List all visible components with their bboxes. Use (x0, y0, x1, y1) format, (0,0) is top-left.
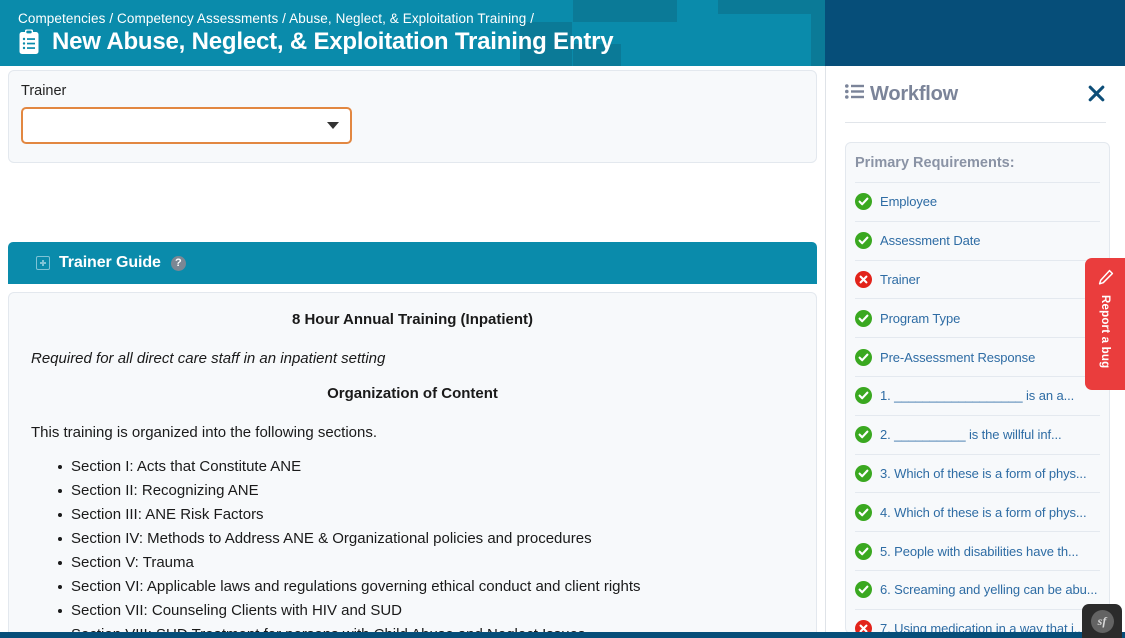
workflow-item[interactable]: Assessment Date (855, 220, 1100, 260)
workflow-item[interactable]: 7. Using medication in a way that i... (855, 608, 1100, 632)
footer-bar (0, 632, 1125, 638)
list-item: Section I: Acts that Constitute ANE (31, 455, 794, 479)
workflow-item-label: Pre-Assessment Response (880, 349, 1036, 365)
status-error-icon (855, 270, 872, 288)
workflow-divider (845, 122, 1106, 123)
workflow-item[interactable]: Employee (855, 182, 1100, 221)
status-complete-icon (855, 348, 872, 366)
report-bug-button[interactable]: Report a bug (1085, 258, 1125, 390)
guide-subtitle: Required for all direct care staff in an… (31, 350, 386, 367)
workflow-items-list: Employee Assessment Date Trainer Program Ty… (846, 182, 1109, 632)
workflow-panel: Workflow Primary Requirements: Employee A… (825, 66, 1125, 632)
close-icon[interactable] (1085, 82, 1107, 104)
workflow-item[interactable]: Program Type (855, 298, 1100, 337)
sf-logo-label: sf (1090, 609, 1114, 633)
guide-heading-organization: Organization of Content (327, 385, 498, 402)
workflow-item-label: 1. __________________ is an a... (880, 388, 1075, 404)
breadcrumb[interactable]: Competencies / Competency Assessments / … (18, 11, 534, 26)
guide-section-list: Section I: Acts that Constitute ANE Sect… (31, 455, 794, 638)
status-complete-icon (855, 232, 872, 250)
workflow-item-label: Assessment Date (880, 233, 981, 249)
status-complete-icon (855, 581, 872, 599)
workflow-item-label: 2. __________ is the willful inf... (880, 427, 1062, 443)
workflow-item-label: 6. Screaming and yelling can be abu... (880, 582, 1098, 598)
list-icon (845, 84, 870, 104)
workflow-item[interactable]: 5. People with disabilities have th... (855, 531, 1100, 570)
status-complete-icon (855, 542, 872, 560)
list-item: Section III: ANE Risk Factors (31, 503, 794, 527)
workflow-item[interactable]: Pre-Assessment Response (855, 337, 1100, 376)
trainer-field-card: Trainer (8, 70, 817, 163)
page-title-row: New Abuse, Neglect, & Exploitation Train… (18, 28, 614, 56)
guide-heading-primary: 8 Hour Annual Training (Inpatient) (291, 311, 534, 328)
list-item: Section IV: Methods to Address ANE & Org… (31, 527, 794, 551)
app-root: Competencies / Competency Assessments / … (0, 0, 1125, 638)
workflow-header: Workflow (826, 66, 1125, 122)
status-complete-icon (855, 387, 872, 405)
workflow-item-label: 4. Which of these is a form of phys... (880, 504, 1087, 520)
workflow-item-label: Employee (880, 194, 938, 210)
trainer-select-wrap (21, 107, 352, 144)
workflow-item[interactable]: 1. __________________ is an a... (855, 375, 1100, 415)
workflow-requirements-card: Primary Requirements: Employee Assessment… (845, 142, 1110, 632)
workflow-item-label: 7. Using medication in a way that i... (880, 621, 1085, 632)
status-complete-icon (855, 503, 872, 521)
page-header: Competencies / Competency Assessments / … (0, 0, 825, 66)
trainer-select[interactable] (21, 107, 352, 144)
workflow-item[interactable]: 4. Which of these is a form of phys... (855, 492, 1100, 531)
status-complete-icon (855, 193, 872, 211)
page-title: New Abuse, Neglect, & Exploitation Train… (52, 28, 614, 55)
clipboard-icon (18, 29, 40, 55)
pencil-icon (1097, 269, 1114, 286)
list-item: Section V: Trauma (31, 551, 794, 575)
status-complete-icon (855, 426, 872, 444)
list-item: Section II: Recognizing ANE (31, 479, 794, 503)
status-error-icon (855, 620, 872, 632)
workflow-item-label: 5. People with disabilities have th... (880, 543, 1079, 559)
status-complete-icon (855, 464, 872, 482)
workflow-item-label: Program Type (880, 310, 961, 326)
workflow-card-title: Primary Requirements: (855, 155, 1015, 171)
trainer-guide-body: 8 Hour Annual Training (Inpatient) Requi… (8, 292, 817, 638)
workflow-item[interactable]: Trainer (855, 259, 1100, 299)
workflow-item[interactable]: 6. Screaming and yelling can be abu... (855, 569, 1100, 609)
workflow-title: Workflow (870, 82, 959, 105)
guide-intro-text: This training is organized into the foll… (31, 424, 378, 441)
workflow-item[interactable]: 3. Which of these is a form of phys... (855, 453, 1100, 493)
trainer-guide-header[interactable]: Trainer Guide ? (8, 242, 817, 284)
list-item: Section VII: Counseling Clients with HIV… (31, 599, 794, 623)
report-bug-label: Report a bug (1099, 295, 1111, 369)
plus-square-icon[interactable] (36, 256, 50, 270)
help-circle-icon[interactable]: ? (170, 255, 186, 271)
header-right-panel (825, 0, 1125, 66)
workflow-item[interactable]: 2. __________ is the willful inf... (855, 414, 1100, 454)
workflow-item-label: Trainer (880, 271, 920, 287)
workflow-item-label: 3. Which of these is a form of phys... (880, 465, 1087, 481)
sf-logo-icon[interactable]: sf (1082, 604, 1122, 638)
trainer-guide-title: Trainer Guide (59, 254, 161, 271)
status-complete-icon (855, 309, 872, 327)
main-content: Trainer Trainer Guide ? 8 Hour Annual Tr… (0, 66, 825, 638)
trainer-label: Trainer (21, 83, 67, 99)
list-item: Section VI: Applicable laws and regulati… (31, 575, 794, 599)
